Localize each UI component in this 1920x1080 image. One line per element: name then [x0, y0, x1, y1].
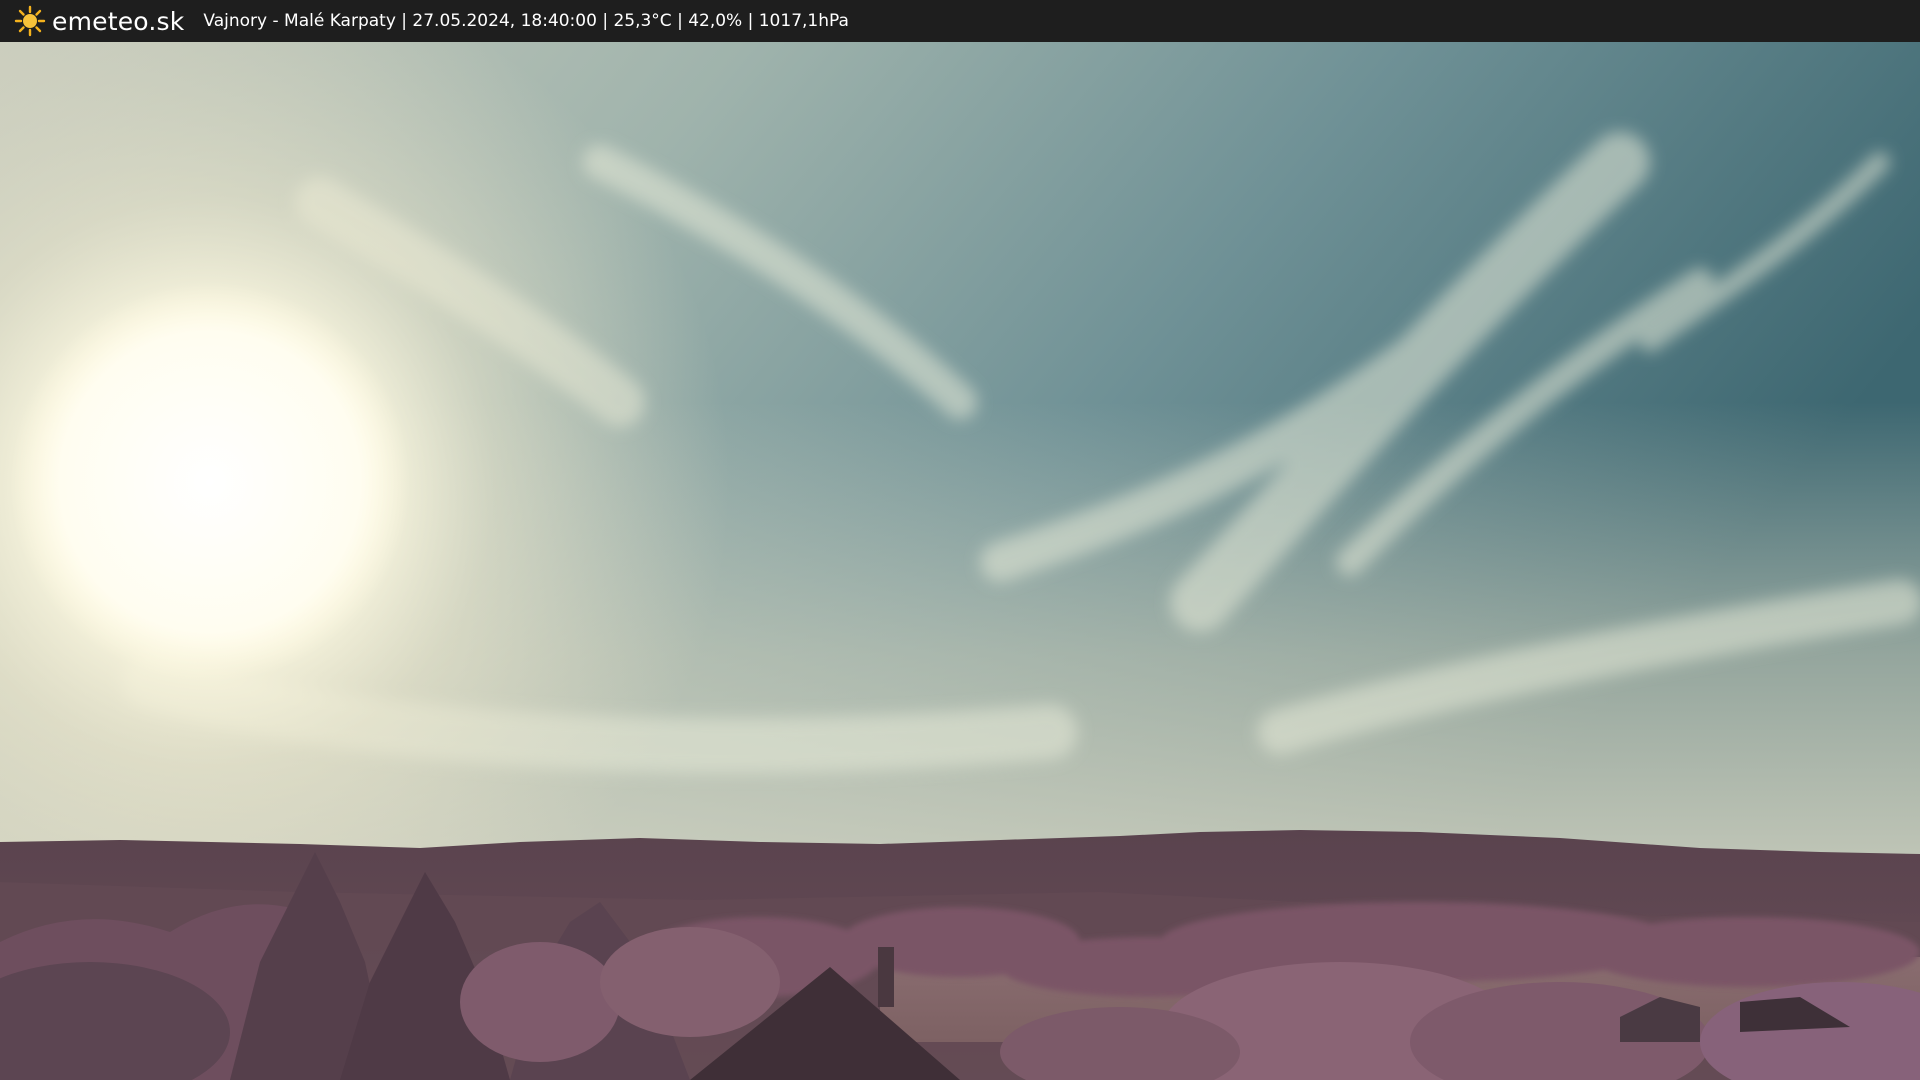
- webcam-image: [0, 42, 1920, 1080]
- header-bar: emeteo.sk Vajnory - Malé Karpaty | 27.05…: [0, 0, 1920, 42]
- sun: [10, 282, 410, 682]
- sun-icon: [14, 5, 46, 37]
- logo-text: emeteo.sk: [52, 6, 185, 36]
- webcam-frame: emeteo.sk Vajnory - Malé Karpaty | 27.05…: [0, 0, 1920, 1080]
- station-caption: Vajnory - Malé Karpaty | 27.05.2024, 18:…: [203, 11, 849, 31]
- brand-logo[interactable]: emeteo.sk: [14, 5, 184, 37]
